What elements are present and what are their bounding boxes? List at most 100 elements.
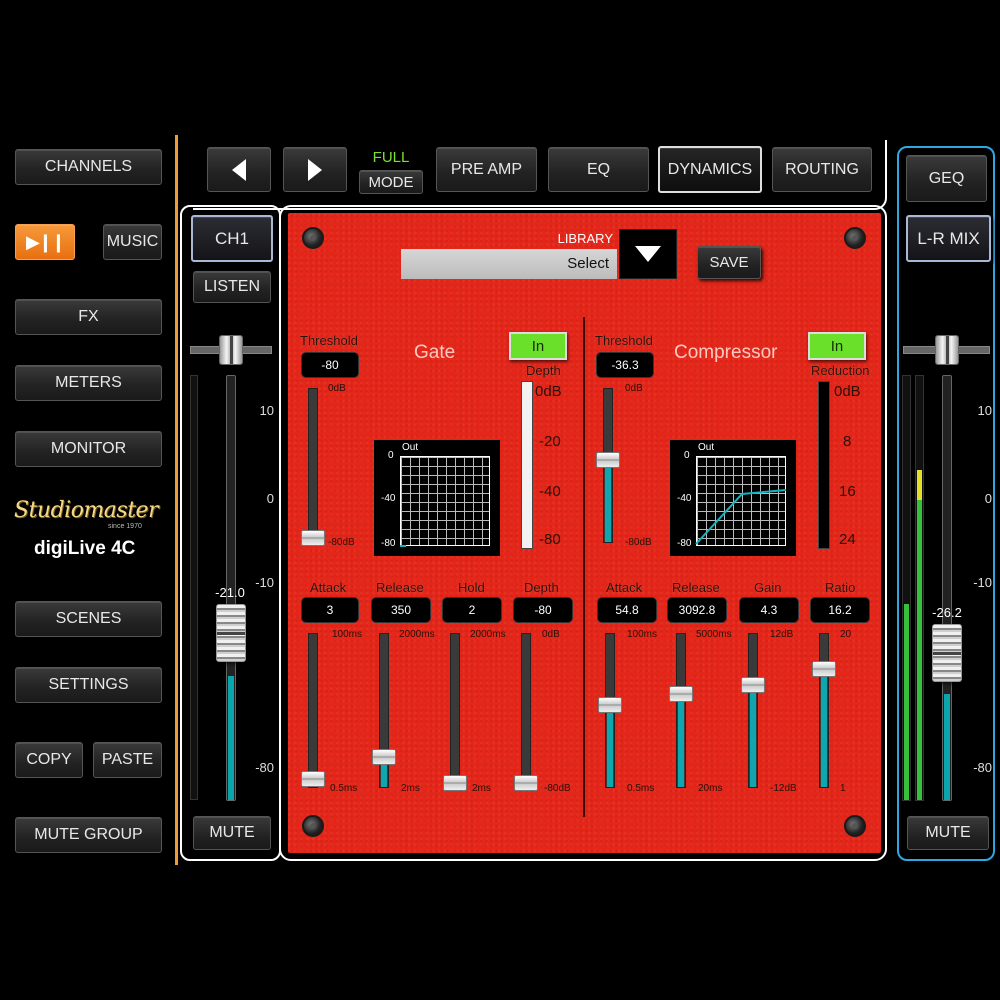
gate-hold-track[interactable]: [450, 633, 460, 788]
comp-release-fill: [678, 697, 684, 787]
comp-reduction-scale-24: 24: [839, 531, 856, 548]
library-save-button[interactable]: SAVE: [697, 246, 761, 279]
channels-button[interactable]: CHANNELS: [15, 149, 162, 185]
master-meter-right-fill: [917, 470, 922, 800]
channel-mute-button[interactable]: MUTE: [193, 816, 271, 850]
gate-hold-knob[interactable]: [443, 775, 467, 791]
gate-attack-label: Attack: [310, 580, 347, 595]
gate-attack-track[interactable]: [308, 633, 318, 788]
brand-logo: Studiomaster since 1970 digiLive 4C: [12, 498, 167, 568]
master-scale-minus10: -10: [973, 575, 992, 590]
comp-attack-label: Attack: [606, 580, 643, 595]
comp-attack-knob[interactable]: [598, 697, 622, 713]
gate-in-button[interactable]: In: [509, 332, 567, 360]
comp-attack-fill: [607, 709, 613, 787]
tab-dynamics[interactable]: DYNAMICS: [658, 146, 762, 193]
tab-routing[interactable]: ROUTING: [772, 147, 872, 192]
comp-title: Compressor: [674, 342, 778, 363]
gate-threshold-min: -80dB: [328, 537, 355, 548]
master-meter-right-peak: [917, 470, 922, 500]
comp-threshold-fill: [605, 461, 611, 542]
gate-threshold-value[interactable]: -80: [302, 353, 358, 377]
gate-hold-max: 2000ms: [470, 629, 506, 640]
gate-depth-knob[interactable]: [514, 775, 538, 791]
paste-button[interactable]: PASTE: [93, 742, 162, 778]
master-meter-left: [902, 375, 911, 801]
channel-fader-knob[interactable]: [216, 604, 246, 662]
comp-gain-value[interactable]: 4.3: [740, 598, 798, 622]
comp-ratio-fill: [821, 670, 827, 787]
comp-gain-knob[interactable]: [741, 677, 765, 693]
gate-release-label: Release: [376, 580, 424, 595]
tab-eq[interactable]: EQ: [548, 147, 649, 192]
comp-attack-max: 100ms: [627, 629, 658, 640]
master-meter-left-fill: [904, 604, 909, 800]
comp-in-button[interactable]: In: [808, 332, 866, 360]
play-pause-button[interactable]: ▶❙❙: [15, 224, 75, 260]
prev-channel-button[interactable]: [207, 147, 271, 192]
dropdown-arrow-icon: [635, 246, 661, 262]
library-dropdown-button[interactable]: [619, 229, 677, 279]
comp-attack-min: 0.5ms: [627, 783, 655, 794]
comp-release-value[interactable]: 3092.8: [668, 598, 726, 622]
comp-threshold-label: Threshold: [595, 333, 653, 348]
gate-threshold-max: 0dB: [328, 383, 346, 394]
master-pan-knob[interactable]: [935, 335, 959, 365]
master-fader-knob[interactable]: [932, 624, 962, 682]
gate-release-value[interactable]: 350: [372, 598, 430, 622]
comp-gain-min: -12dB: [770, 783, 797, 794]
channel-pan-knob[interactable]: [219, 335, 243, 365]
gate-release-knob[interactable]: [372, 749, 396, 765]
master-fader-track[interactable]: [942, 375, 952, 801]
gate-attack-value[interactable]: 3: [302, 598, 358, 622]
channel-fader-fill: [228, 676, 234, 800]
master-mute-button[interactable]: MUTE: [907, 816, 989, 850]
comp-threshold-value[interactable]: -36.3: [597, 353, 653, 377]
geq-button[interactable]: GEQ: [906, 155, 987, 202]
screw-bottom-right: [844, 815, 866, 837]
gate-hold-value[interactable]: 2: [443, 598, 501, 622]
next-channel-button[interactable]: [283, 147, 347, 192]
channel-name-button[interactable]: CH1: [191, 215, 273, 262]
mode-button[interactable]: MODE: [359, 170, 423, 194]
music-button[interactable]: MUSIC: [103, 224, 162, 260]
comp-threshold-knob[interactable]: [596, 452, 620, 468]
mute-group-button[interactable]: MUTE GROUP: [15, 817, 162, 853]
comp-threshold-min: -80dB: [625, 537, 652, 548]
comp-ratio-value[interactable]: 16.2: [811, 598, 869, 622]
monitor-button[interactable]: MONITOR: [15, 431, 162, 467]
library-select-field[interactable]: Select: [401, 249, 617, 279]
master-name-button[interactable]: L-R MIX: [906, 215, 991, 262]
comp-release-max: 5000ms: [696, 629, 732, 640]
gate-threshold-knob[interactable]: [301, 530, 325, 546]
gate-depth-meter: [521, 381, 533, 549]
gate-attack-knob[interactable]: [301, 771, 325, 787]
meters-button[interactable]: METERS: [15, 365, 162, 401]
settings-button[interactable]: SETTINGS: [15, 667, 162, 703]
gate-hold-min: 2ms: [472, 783, 491, 794]
gate-graph: Out 0 -40 -80: [374, 440, 500, 556]
gate-depth-scale-0: 0dB: [535, 383, 562, 400]
gate-hold-label: Hold: [458, 580, 485, 595]
comp-ratio-track[interactable]: [819, 633, 829, 788]
tab-pre-amp[interactable]: PRE AMP: [436, 147, 537, 192]
master-scale-0: 0: [984, 491, 992, 506]
comp-release-track[interactable]: [676, 633, 686, 788]
comp-ratio-knob[interactable]: [812, 661, 836, 677]
scenes-button[interactable]: SCENES: [15, 601, 162, 637]
gate-depth-track[interactable]: [521, 633, 531, 788]
gate-depth-value[interactable]: -80: [514, 598, 572, 622]
comp-attack-value[interactable]: 54.8: [598, 598, 656, 622]
comp-ratio-max: 20: [840, 629, 852, 640]
copy-button[interactable]: COPY: [15, 742, 83, 778]
comp-graph: Out 0 -40 -80: [670, 440, 796, 556]
comp-gain-track[interactable]: [748, 633, 758, 788]
fx-button[interactable]: FX: [15, 299, 162, 335]
gate-threshold-track[interactable]: [308, 388, 318, 543]
master-meter-right: [915, 375, 924, 801]
gate-depth-scale-20: -20: [539, 433, 561, 450]
comp-release-knob[interactable]: [669, 686, 693, 702]
master-level-readout: -26.2: [932, 605, 962, 620]
master-scale-minus80: -80: [973, 760, 992, 775]
listen-button[interactable]: LISTEN: [193, 271, 271, 303]
